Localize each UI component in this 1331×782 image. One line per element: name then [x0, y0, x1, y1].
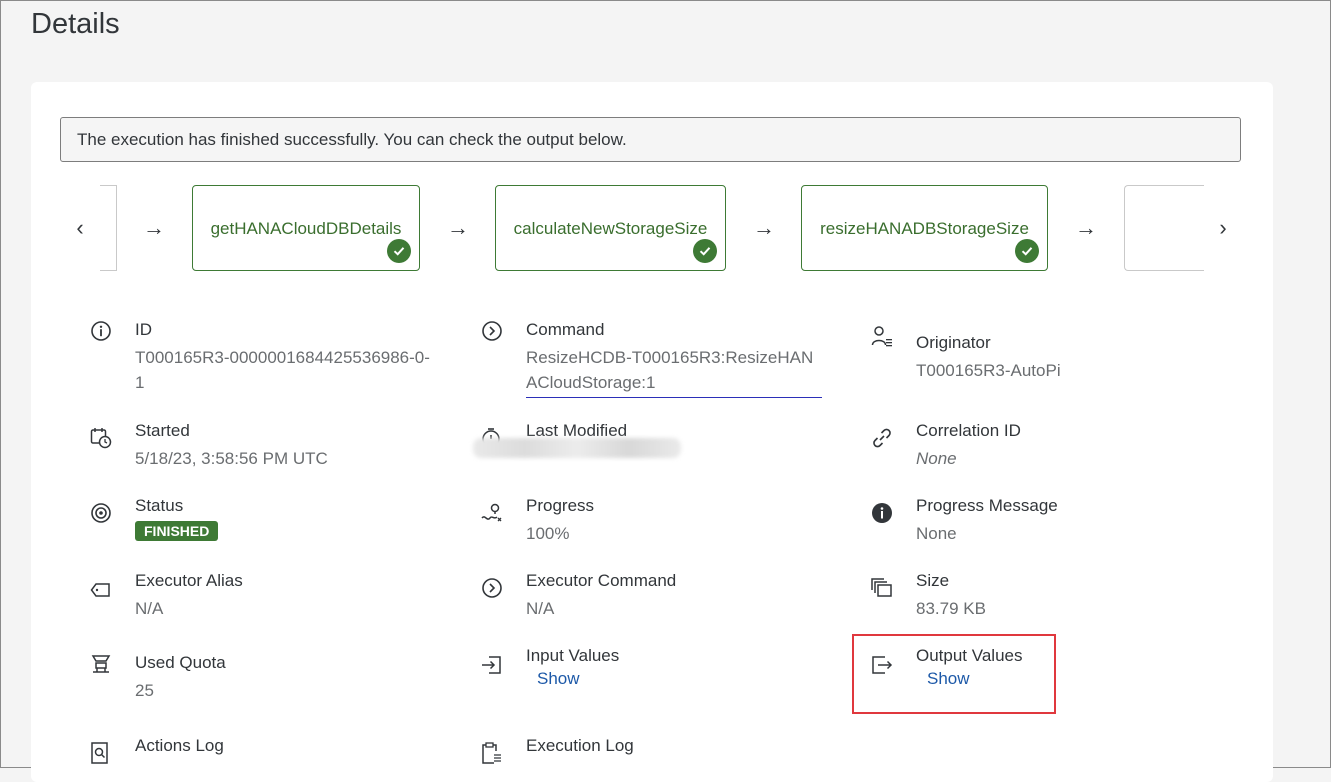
tag-icon — [90, 579, 114, 603]
progress-label: Progress — [526, 496, 595, 515]
page-title: Details — [31, 8, 120, 40]
scroll-right-button[interactable]: › — [1211, 215, 1235, 241]
link-icon — [871, 427, 895, 451]
status-label: Status — [135, 496, 184, 515]
id-value: T000165R3-0000001684425536986-0-1 — [135, 348, 430, 392]
step-resizeHANADBStorageSize[interactable]: resizeHANADBStorageSize — [801, 185, 1048, 271]
step-label: calculateNewStorageSize — [513, 219, 708, 238]
started-label: Started — [135, 421, 190, 440]
check-icon — [693, 239, 717, 263]
used-quota-label: Used Quota — [135, 653, 226, 672]
redacted-value — [473, 438, 681, 458]
originator-label: Originator — [916, 333, 991, 352]
check-icon — [1015, 239, 1039, 263]
status-badge: FINISHED — [135, 521, 219, 541]
calendar-clock-icon — [90, 427, 114, 451]
step-partial-right[interactable] — [1124, 185, 1204, 271]
clipboard-list-icon — [481, 742, 505, 766]
size-value: 83.79 KB — [916, 599, 986, 618]
executor-alias-value: N/A — [135, 599, 164, 618]
arrow-icon: → — [753, 215, 775, 240]
used-quota-value: 25 — [135, 681, 154, 700]
check-icon — [387, 239, 411, 263]
input-values-label: Input Values — [526, 646, 620, 665]
quota-icon — [90, 653, 114, 677]
step-calculateNewStorageSize[interactable]: calculateNewStorageSize — [495, 185, 726, 271]
stacked-files-icon — [871, 577, 895, 601]
execution-log-label: Execution Log — [526, 736, 634, 755]
size-label: Size — [916, 571, 950, 590]
arrow-icon: → — [447, 215, 469, 240]
info-filled-icon — [871, 502, 895, 526]
started-value: 5/18/23, 3:58:56 PM UTC — [135, 449, 328, 468]
target-icon — [90, 502, 114, 526]
info-icon — [90, 320, 114, 344]
status-banner: The execution has finished successfully.… — [60, 117, 1241, 162]
circle-arrow-icon — [481, 320, 505, 344]
progress-message-value: None — [916, 524, 957, 543]
scroll-left-button[interactable]: ‹ — [68, 215, 92, 241]
actions-log-label: Actions Log — [135, 736, 224, 755]
executor-command-label: Executor Command — [526, 571, 677, 590]
command-link[interactable]: ResizeHCDB-T000165R3:ResizeHANACloudStor… — [526, 345, 822, 398]
command-label: Command — [526, 320, 605, 339]
arrow-icon: → — [143, 215, 165, 240]
step-label: resizeHANADBStorageSize — [820, 219, 1029, 238]
progress-value: 100% — [526, 524, 570, 543]
correlation-id-value: None — [916, 449, 957, 468]
circle-arrow-icon — [481, 577, 505, 601]
executor-alias-label: Executor Alias — [135, 571, 243, 590]
id-label: ID — [135, 320, 152, 339]
arrow-icon: → — [1075, 215, 1097, 240]
input-values-show-link[interactable]: Show — [537, 669, 580, 689]
step-getHANACloudDBDetails[interactable]: getHANACloudDBDetails — [192, 185, 420, 271]
user-list-icon — [871, 325, 895, 349]
progress-route-icon — [481, 502, 505, 526]
step-label: getHANACloudDBDetails — [210, 219, 402, 238]
executor-command-value: N/A — [526, 599, 555, 618]
document-search-icon — [90, 742, 114, 766]
output-values-highlight-box — [852, 634, 1056, 714]
import-icon — [481, 654, 505, 678]
step-partial-left[interactable] — [100, 185, 117, 271]
correlation-id-label: Correlation ID — [916, 421, 1021, 440]
originator-value: T000165R3-AutoPi — [916, 361, 1061, 380]
progress-message-label: Progress Message — [916, 496, 1058, 515]
